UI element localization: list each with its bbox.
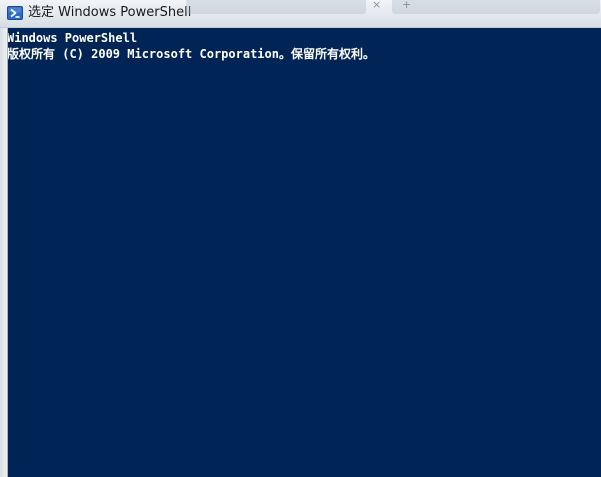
- title-bar[interactable]: 选定 Windows PowerShell × +: [0, 0, 601, 28]
- background-tab: [186, 0, 366, 14]
- console-line-copyright: 版权所有 (C) 2009 Microsoft Corporation。保留所有…: [8, 47, 375, 61]
- background-new-tab: [392, 0, 600, 14]
- console-line-banner: Windows PowerShell: [8, 31, 138, 45]
- powershell-window: 选定 Windows PowerShell × + Windows PowerS…: [0, 0, 601, 477]
- background-plus-icon: +: [402, 0, 412, 11]
- console-area[interactable]: Windows PowerShell 版权所有 (C) 2009 Microso…: [8, 28, 601, 477]
- window-title: 选定 Windows PowerShell: [28, 5, 192, 20]
- window-left-border[interactable]: [0, 28, 8, 477]
- powershell-icon[interactable]: [7, 5, 23, 21]
- background-close-icon: ×: [372, 0, 382, 11]
